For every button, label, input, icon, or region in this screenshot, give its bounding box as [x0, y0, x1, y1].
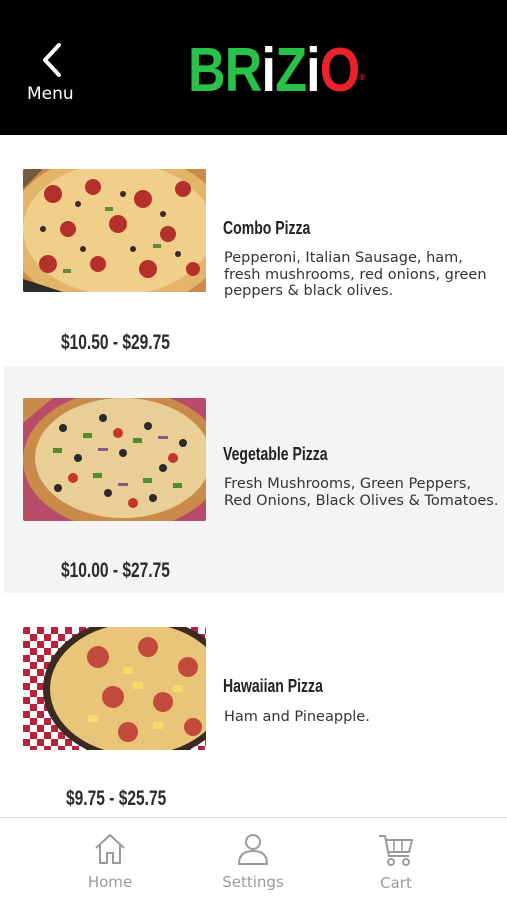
pizza-menu-list: Combo Pizza Pepperoni, Italian Sausage, … — [0, 135, 507, 817]
chevron-left-icon — [43, 43, 61, 77]
menu-item-combo-pizza[interactable]: Combo Pizza Pepperoni, Italian Sausage, … — [4, 135, 504, 362]
hawaiian-pizza-photo — [23, 627, 206, 750]
item-name: Hawaiian Pizza — [223, 676, 323, 696]
bottom-tab-bar: Home Settings Cart — [0, 817, 507, 900]
combo-pizza-photo — [23, 169, 206, 292]
item-price: $9.75 - $25.75 — [66, 787, 167, 810]
tab-label: Settings — [222, 873, 284, 891]
back-label: Menu — [27, 84, 74, 104]
item-price: $10.50 - $29.75 — [61, 331, 170, 354]
item-price: $10.00 - $27.75 — [61, 559, 170, 582]
tab-label: Home — [87, 873, 133, 891]
item-name: Combo Pizza — [223, 218, 311, 238]
back-button[interactable]: Menu — [18, 38, 88, 108]
home-icon — [95, 834, 125, 864]
cart-icon — [379, 835, 413, 866]
item-name: Vegetable Pizza — [223, 444, 328, 464]
tab-home[interactable]: Home — [40, 818, 180, 900]
menu-item-vegetable-pizza[interactable]: Vegetable Pizza Fresh Mushrooms, Green P… — [4, 366, 504, 593]
user-icon — [238, 834, 268, 865]
tab-settings[interactable]: Settings — [183, 818, 323, 900]
item-description: Pepperoni, Italian Sausage, ham, fresh m… — [224, 250, 487, 299]
menu-item-hawaiian-pizza[interactable]: Hawaiian Pizza Ham and Pineapple. $9.75 … — [4, 593, 504, 817]
app-header: Menu BRiZiO® — [0, 0, 507, 135]
brizio-logo: BRiZiO® — [188, 36, 365, 105]
tab-cart[interactable]: Cart — [326, 818, 466, 900]
item-description: Fresh Mushrooms, Green Peppers, Red Onio… — [224, 476, 499, 509]
tab-label: Cart — [380, 874, 412, 892]
item-description: Ham and Pineapple. — [224, 709, 370, 725]
vegetable-pizza-photo — [23, 398, 206, 521]
